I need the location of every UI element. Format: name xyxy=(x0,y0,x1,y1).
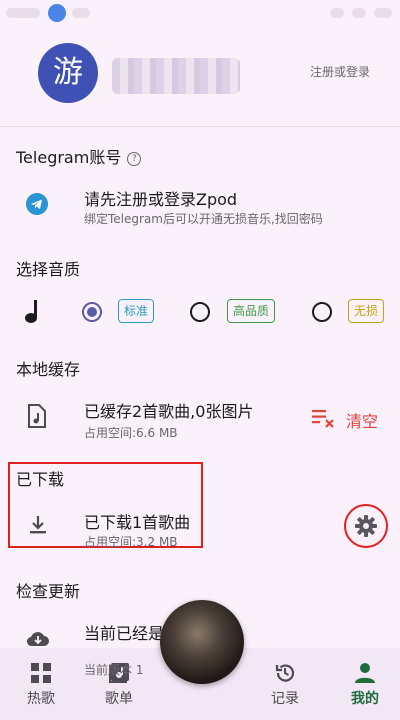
signal-icon xyxy=(352,8,366,18)
telegram-desc: 绑定Telegram后可以开通无损音乐,找回密码 xyxy=(84,212,323,226)
nav-label-history: 记录 xyxy=(271,691,299,707)
telegram-icon xyxy=(26,193,48,215)
nav-item-playlists[interactable]: 歌单 xyxy=(84,648,154,720)
help-icon[interactable]: ? xyxy=(127,151,142,166)
telegram-section-title: Telegram账号? xyxy=(16,144,142,168)
file-music-icon xyxy=(28,404,46,428)
status-icon-blur xyxy=(72,8,90,18)
now-playing-disc[interactable] xyxy=(160,600,244,684)
clear-label: 清空 xyxy=(346,412,379,431)
login-link[interactable]: 注册或登录 xyxy=(310,63,370,80)
history-icon xyxy=(275,664,295,682)
notification-icon xyxy=(48,4,66,22)
nav-label-playlists: 歌单 xyxy=(105,691,133,707)
clear-cache-button[interactable]: 清空 xyxy=(312,406,382,432)
nav-label-hot-songs: 热歌 xyxy=(27,691,55,707)
telegram-prompt: 请先注册或登录Zpod xyxy=(84,190,238,209)
cloud-download-icon xyxy=(26,632,49,647)
cache-summary: 已缓存2首歌曲,0张图片 xyxy=(84,402,254,421)
clear-list-icon xyxy=(312,410,334,428)
quality-chip-standard[interactable]: 标准 xyxy=(118,299,155,323)
music-note-icon xyxy=(25,300,37,323)
status-bar xyxy=(0,0,400,28)
person-icon xyxy=(355,663,375,683)
update-section-title: 检查更新 xyxy=(16,582,81,601)
download-icon xyxy=(30,516,46,534)
status-time-blur xyxy=(6,8,40,18)
quality-section-title: 选择音质 xyxy=(16,260,81,279)
quality-radio-lossless[interactable] xyxy=(312,302,332,322)
header-divider xyxy=(0,126,400,127)
quality-chip-high[interactable]: 高品质 xyxy=(227,299,276,323)
nav-label-mine: 我的 xyxy=(351,691,379,707)
downloaded-summary: 已下载1首歌曲 xyxy=(84,513,191,532)
telegram-title-text: Telegram账号 xyxy=(16,148,122,167)
downloaded-section-title: 已下载 xyxy=(16,470,65,489)
update-version-partial: 当前版本 1 xyxy=(84,663,144,677)
cache-section-title: 本地缓存 xyxy=(16,360,81,379)
quality-radio-standard[interactable] xyxy=(82,302,102,322)
nav-item-history[interactable]: 记录 xyxy=(250,648,320,720)
downloaded-space: 占用空间:3.2 MB xyxy=(84,535,178,549)
nav-item-hot-songs[interactable]: 热歌 xyxy=(6,648,76,720)
quality-chip-lossless[interactable]: 无损 xyxy=(348,299,385,323)
battery-icon xyxy=(374,8,392,18)
wifi-icon xyxy=(330,8,344,18)
gear-icon[interactable] xyxy=(355,515,377,537)
quality-radio-high[interactable] xyxy=(190,302,210,322)
avatar[interactable]: 游 xyxy=(38,43,98,103)
nav-item-mine[interactable]: 我的 xyxy=(330,648,400,720)
grid-icon xyxy=(31,663,51,683)
username-blurred xyxy=(112,58,240,94)
cache-space: 占用空间:6.6 MB xyxy=(84,426,178,440)
